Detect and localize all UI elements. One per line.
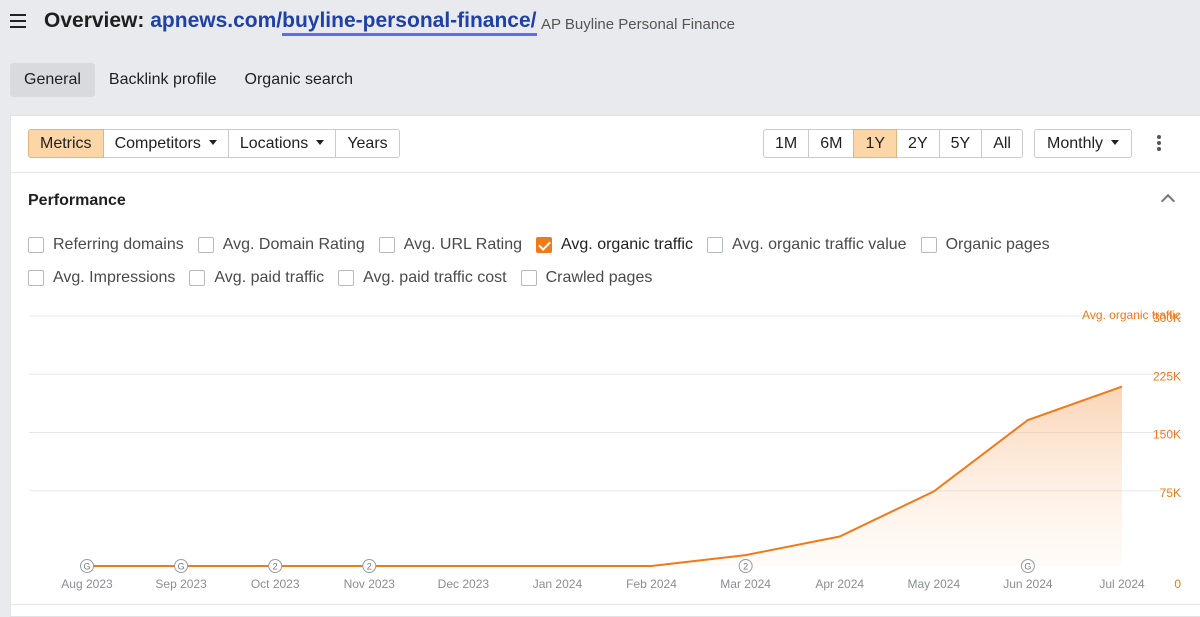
divider (11, 604, 1200, 605)
x-tick-label: Nov 2023 (344, 577, 396, 591)
traffic-area (87, 386, 1122, 566)
annotation-label: G (178, 562, 185, 572)
y-tick-label: 225K (1153, 369, 1181, 383)
traffic-chart-svg: G G 2 2 2 G Aug 2023 Sep 2023 Oct 2023 Nov 2023 D… (29, 308, 1181, 591)
annotation-label: 2 (273, 562, 278, 572)
x-tick-label: Jul 2024 (1099, 577, 1145, 591)
x-tick-label: Jan 2024 (533, 577, 583, 591)
annotation-label: 2 (743, 562, 748, 572)
y-tick-label: 0 (1174, 577, 1181, 591)
x-tick-label: Jun 2024 (1003, 577, 1053, 591)
x-tick-label: May 2024 (907, 577, 960, 591)
annotation-marker[interactable]: 2 (268, 559, 283, 573)
x-tick-label: Oct 2023 (251, 577, 300, 591)
annotation-marker[interactable]: G (174, 559, 189, 573)
x-tick-label: Sep 2023 (155, 577, 207, 591)
x-tick-label: Feb 2024 (626, 577, 677, 591)
overview-card: Metrics Competitors Locations Years 1M 6… (10, 115, 1200, 617)
annotation-marker[interactable]: 2 (362, 559, 377, 573)
y-tick-label: 75K (1160, 486, 1181, 500)
series-label: Avg. organic traffic (1082, 308, 1181, 322)
x-tick-label: Mar 2024 (720, 577, 771, 591)
metrics-button-label: Metrics (40, 135, 92, 152)
annotation-label: G (1024, 562, 1031, 572)
period-1y[interactable]: 1Y (853, 129, 898, 158)
x-tick-label: Aug 2023 (61, 577, 113, 591)
metrics-button[interactable]: Metrics (28, 129, 104, 158)
x-tick-label: Apr 2024 (815, 577, 864, 591)
annotation-marker[interactable]: 2 (738, 559, 753, 573)
annotation-label: 2 (367, 562, 372, 572)
annotation-marker[interactable]: G (80, 559, 94, 573)
y-tick-label: 150K (1153, 428, 1181, 442)
annotation-label: G (83, 562, 90, 572)
x-tick-label: Dec 2023 (438, 577, 490, 591)
annotation-marker[interactable]: G (1020, 559, 1035, 573)
